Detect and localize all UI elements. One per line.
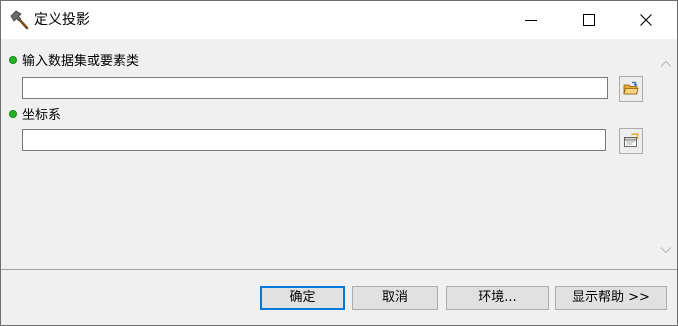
input-dataset-field[interactable] [22, 77, 608, 99]
close-icon [640, 14, 652, 26]
parameters-panel: 输入数据集或要素类 坐标系 [1, 40, 655, 269]
chevron-down-icon [660, 247, 672, 254]
coordinate-system-label: 坐标系 [9, 107, 61, 125]
open-folder-icon [623, 81, 639, 95]
title-bar: 定义投影 [1, 1, 677, 39]
coordinate-system-properties-button[interactable] [619, 128, 643, 154]
coordinate-system-field[interactable] [22, 129, 606, 151]
minimize-icon [525, 20, 537, 21]
ok-button[interactable]: 确定 [260, 286, 345, 310]
show-help-button[interactable]: 显示帮助 >> [555, 286, 667, 310]
input-dataset-label: 输入数据集或要素类 [9, 53, 139, 71]
required-indicator-icon [9, 55, 17, 64]
required-indicator-icon [9, 109, 17, 118]
coordinate-properties-icon [624, 133, 639, 147]
define-projection-dialog: 定义投影 输入数据集或要素类 坐标系 确定 取消 环境... 显示帮助 >> [0, 0, 678, 326]
scroll-track[interactable] [655, 62, 677, 247]
window-title: 定义投影 [34, 12, 90, 28]
environments-button[interactable]: 环境... [446, 286, 549, 310]
browse-dataset-button[interactable] [619, 76, 643, 102]
maximize-button[interactable] [564, 1, 614, 39]
dialog-footer: 确定 取消 环境... 显示帮助 >> [1, 270, 677, 325]
cancel-button[interactable]: 取消 [352, 286, 438, 310]
scroll-down-button[interactable] [655, 240, 677, 260]
hammer-icon [9, 9, 31, 31]
input-dataset-label-text: 输入数据集或要素类 [22, 54, 140, 69]
coordinate-system-label-text: 坐标系 [22, 108, 62, 123]
vertical-scrollbar[interactable] [655, 40, 677, 269]
maximize-icon [583, 14, 595, 26]
close-button[interactable] [621, 1, 671, 39]
minimize-button[interactable] [506, 1, 556, 39]
